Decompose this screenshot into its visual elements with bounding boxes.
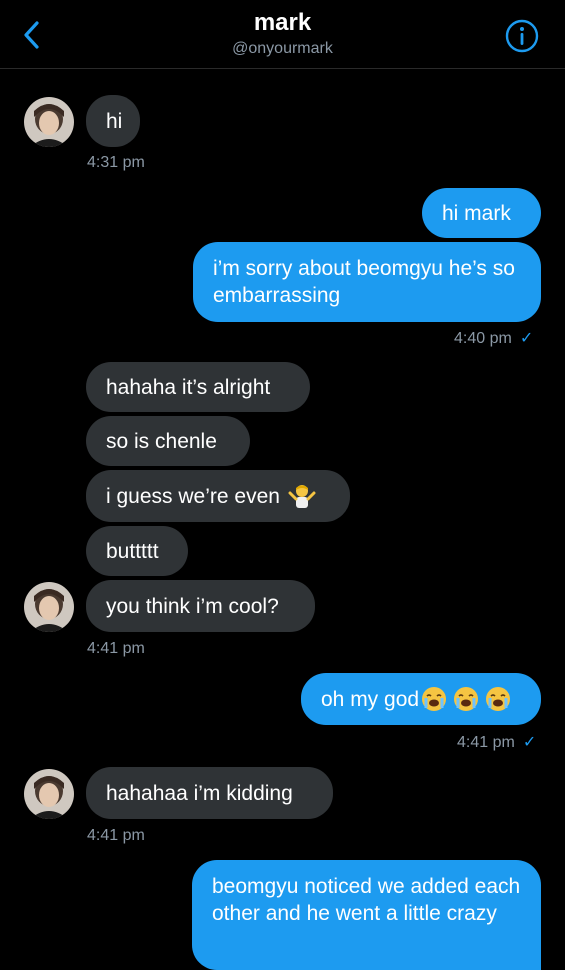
- message-outgoing[interactable]: i’m sorry about beomgyu he’s so embarras…: [193, 242, 541, 322]
- message-outgoing[interactable]: hi mark: [422, 188, 541, 238]
- message-incoming[interactable]: i guess we’re even: [86, 470, 350, 522]
- avatar[interactable]: [24, 97, 74, 147]
- message-outgoing[interactable]: oh my god: [301, 673, 541, 725]
- message-incoming[interactable]: buttttt: [86, 526, 188, 576]
- message-text: hahahaa i’m kidding: [106, 781, 293, 805]
- contact-photo: [24, 97, 74, 147]
- contact-handle: @onyourmark: [232, 40, 333, 57]
- message-text: hahaha it’s alright: [106, 375, 271, 399]
- conversation-header: mark @onyourmark: [0, 0, 565, 69]
- crying-face-emoji-icon: [454, 687, 479, 711]
- message-text: hi mark: [442, 201, 511, 225]
- timestamp: 4:40 pm ✓: [454, 329, 533, 349]
- timestamp: 4:41 pm ✓: [457, 733, 536, 753]
- message-text: beomgyu noticed we added each other and …: [212, 875, 521, 925]
- conversation-title-block[interactable]: mark @onyourmark: [0, 8, 565, 59]
- message-text: i’m sorry about beomgyu he’s so embarras…: [213, 257, 515, 307]
- avatar[interactable]: [24, 769, 74, 819]
- contact-photo: [24, 769, 74, 819]
- message-incoming[interactable]: you think i’m cool?: [86, 580, 315, 632]
- crying-face-emoji-icon: [486, 687, 511, 711]
- message-text: you think i’m cool?: [106, 594, 279, 618]
- timestamp-text: 4:41 pm: [457, 734, 515, 751]
- message-incoming[interactable]: hahaha it’s alright: [86, 362, 310, 412]
- contact-photo: [24, 582, 74, 632]
- timestamp: 4:41 pm: [87, 827, 145, 844]
- message-text: hi: [106, 109, 123, 133]
- message-outgoing[interactable]: beomgyu noticed we added each other and …: [192, 860, 541, 970]
- timestamp: 4:41 pm: [87, 640, 145, 657]
- read-check-icon: ✓: [522, 734, 537, 751]
- info-button[interactable]: [505, 19, 539, 53]
- crying-face-emoji-icon: [422, 687, 447, 711]
- message-text: i guess we’re even: [106, 484, 280, 508]
- message-text: oh my god: [321, 687, 420, 711]
- info-icon: [505, 19, 539, 53]
- message-text: buttttt: [106, 539, 159, 563]
- message-text: so is chenle: [106, 429, 217, 453]
- message-incoming[interactable]: hahahaa i’m kidding: [86, 767, 333, 819]
- message-incoming[interactable]: so is chenle: [86, 416, 250, 466]
- contact-name: mark: [253, 9, 312, 36]
- read-check-icon: ✓: [519, 330, 534, 347]
- message-incoming[interactable]: hi: [86, 95, 140, 147]
- timestamp-text: 4:40 pm: [454, 330, 512, 347]
- timestamp: 4:31 pm: [87, 154, 145, 171]
- avatar[interactable]: [24, 582, 74, 632]
- shrug-emoji-icon: [288, 485, 316, 508]
